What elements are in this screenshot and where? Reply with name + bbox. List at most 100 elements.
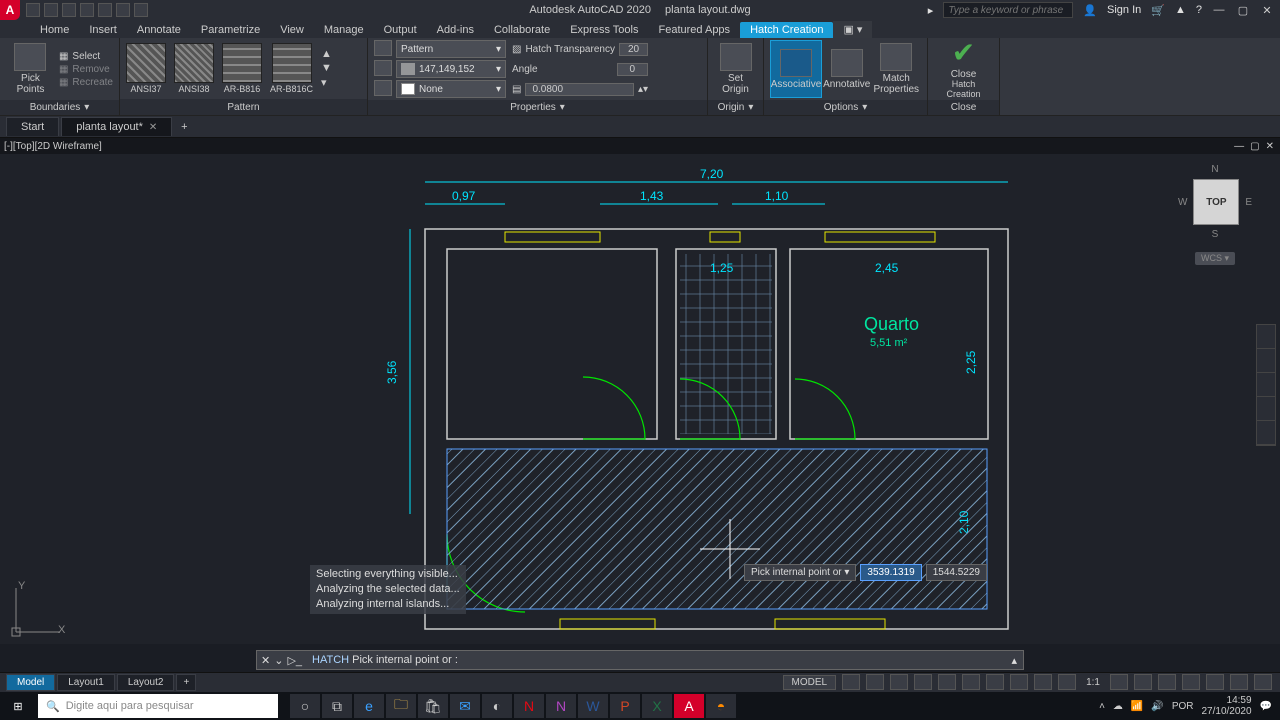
task-explorer-icon[interactable]: 🗀 — [386, 694, 416, 718]
pick-points-button[interactable]: Pick Points — [6, 40, 55, 98]
selection-cycling-toggle[interactable] — [1034, 674, 1052, 690]
tray-chevron-icon[interactable]: ˄ — [1099, 701, 1105, 712]
hatch-color-dropdown[interactable]: 147,149,152▾ — [396, 60, 506, 78]
swatch-arb816c[interactable]: AR-B816C — [270, 43, 313, 94]
viewcube[interactable]: N W TOP E S WCS ▾ — [1170, 164, 1260, 294]
quickprops-toggle[interactable] — [1158, 674, 1176, 690]
app-store-icon[interactable]: ▲ — [1175, 4, 1186, 16]
filetab-close-icon[interactable]: ✕ — [149, 122, 157, 133]
polar-toggle[interactable] — [914, 674, 932, 690]
cmdline-close-icon[interactable]: ✕ — [261, 654, 270, 667]
grid-toggle[interactable] — [842, 674, 860, 690]
nav-showmotion-icon[interactable] — [1257, 421, 1275, 445]
pattern-scroll-down-icon[interactable]: ▼ — [321, 62, 332, 74]
snap-toggle[interactable] — [866, 674, 884, 690]
drawing-canvas[interactable]: 7,20 0,97 1,43 1,10 3,56 2,25 2,10 1,25 … — [0, 154, 1280, 644]
signin-label[interactable]: Sign In — [1107, 4, 1141, 16]
task-store-icon[interactable]: 🛍 — [418, 694, 448, 718]
tab-addins[interactable]: Add-ins — [427, 22, 484, 38]
tab-home[interactable]: Home — [30, 22, 79, 38]
tray-network-icon[interactable]: 📶 — [1131, 701, 1143, 712]
nav-zoom-icon[interactable] — [1257, 373, 1275, 397]
quick-access-toolbar[interactable] — [26, 3, 148, 17]
pattern-scroll-up-icon[interactable]: ▲ — [321, 48, 332, 60]
navigation-bar[interactable] — [1256, 324, 1276, 446]
annotation-monitor-toggle[interactable] — [1058, 674, 1076, 690]
vp-maximize-icon[interactable]: ▢ — [1250, 141, 1259, 152]
viewcube-e[interactable]: E — [1245, 197, 1252, 208]
task-netflix-icon[interactable]: N — [514, 694, 544, 718]
coord-x-input[interactable]: 3539.1319 — [860, 564, 921, 581]
maximize-icon[interactable]: ▢ — [1236, 3, 1250, 17]
task-mail-icon[interactable]: ✉ — [450, 694, 480, 718]
nav-pan-icon[interactable] — [1257, 349, 1275, 373]
minimize-icon[interactable]: — — [1212, 3, 1226, 17]
associative-button[interactable]: Associative — [770, 40, 822, 98]
select-button[interactable]: ▦ Select — [59, 51, 113, 62]
task-word-icon[interactable]: W — [578, 694, 608, 718]
filetab-add-button[interactable]: + — [174, 121, 194, 133]
keyword-search-input[interactable] — [943, 2, 1073, 18]
hardware-accel-toggle[interactable] — [1206, 674, 1224, 690]
panel-title-boundaries[interactable]: Boundaries ▾ — [0, 100, 119, 115]
remove-button[interactable]: ▦ Remove — [59, 64, 113, 75]
vp-minimize-icon[interactable]: — — [1234, 141, 1244, 152]
units-toggle[interactable] — [1134, 674, 1152, 690]
customize-status-icon[interactable] — [1254, 674, 1272, 690]
tab-parametrize[interactable]: Parametrize — [191, 22, 270, 38]
viewcube-n[interactable]: N — [1211, 164, 1218, 175]
match-properties-button[interactable]: Match Properties — [872, 40, 922, 98]
tab-insert[interactable]: Insert — [79, 22, 127, 38]
cmdline-customize-icon[interactable]: ⌄ — [274, 654, 283, 667]
tab-collaborate[interactable]: Collaborate — [484, 22, 560, 38]
tab-panel-toggle[interactable]: ▣ ▾ — [833, 21, 872, 38]
viewcube-s[interactable]: S — [1212, 229, 1219, 240]
task-excel-icon[interactable]: X — [642, 694, 672, 718]
ucs-icon[interactable]: Y X — [8, 580, 68, 640]
qat-saveas-icon[interactable] — [80, 3, 94, 17]
close-hatch-button[interactable]: ✔ Close Hatch Creation — [938, 40, 990, 98]
swatch-arb816[interactable]: AR-B816 — [222, 43, 262, 94]
tab-output[interactable]: Output — [374, 22, 427, 38]
tray-volume-icon[interactable]: 🔊 — [1151, 701, 1163, 712]
pattern-type-icon[interactable] — [374, 40, 392, 56]
cleanscreen-toggle[interactable] — [1230, 674, 1248, 690]
tray-clock[interactable]: 14:59 27/10/2020 — [1201, 695, 1251, 717]
osnap-toggle[interactable] — [938, 674, 956, 690]
recreate-button[interactable]: ▦ Recreate — [59, 77, 113, 88]
annotation-scale[interactable]: 1:1 — [1082, 677, 1104, 688]
filetab-start[interactable]: Start — [6, 117, 59, 136]
angle-value[interactable]: 0 — [617, 63, 649, 76]
tab-featured[interactable]: Featured Apps — [649, 22, 741, 38]
viewcube-top[interactable]: TOP — [1193, 179, 1239, 225]
task-edge-icon[interactable]: e — [354, 694, 384, 718]
qat-new-icon[interactable] — [26, 3, 40, 17]
panel-title-origin[interactable]: Origin ▾ — [708, 100, 763, 115]
isolate-toggle[interactable] — [1182, 674, 1200, 690]
task-onenote-icon[interactable]: N — [546, 694, 576, 718]
tab-annotate[interactable]: Annotate — [127, 22, 191, 38]
wcs-badge[interactable]: WCS ▾ — [1195, 252, 1235, 265]
coord-y-input[interactable]: 1544.5229 — [926, 564, 987, 581]
background-color-dropdown[interactable]: None▾ — [396, 80, 506, 98]
nav-wheel-icon[interactable] — [1257, 325, 1275, 349]
ortho-toggle[interactable] — [890, 674, 908, 690]
filetab-document[interactable]: planta layout*✕ — [61, 117, 172, 136]
signin-icon[interactable]: 👤 — [1083, 4, 1097, 17]
annotative-button[interactable]: Annotative — [822, 40, 872, 98]
set-origin-button[interactable]: Set Origin — [714, 40, 757, 98]
windows-search-input[interactable]: 🔍 Digite aqui para pesquisar — [38, 694, 278, 718]
workspace-toggle[interactable] — [1110, 674, 1128, 690]
pattern-expand-icon[interactable]: ▾ — [321, 76, 332, 89]
panel-title-options[interactable]: Options ▾ — [764, 100, 927, 115]
tab-express[interactable]: Express Tools — [560, 22, 648, 38]
close-icon[interactable]: ✕ — [1260, 3, 1274, 17]
otrack-toggle[interactable] — [962, 674, 980, 690]
tab-view[interactable]: View — [270, 22, 314, 38]
modelspace-toggle[interactable]: MODEL — [783, 675, 837, 690]
pattern-type-dropdown[interactable]: Pattern▾ — [396, 40, 506, 58]
swatch-ansi38[interactable]: ANSI38 — [174, 43, 214, 94]
vp-close-icon[interactable]: ✕ — [1266, 141, 1274, 152]
task-cortana-icon[interactable]: ○ — [290, 694, 320, 718]
help-icon[interactable]: ? — [1196, 4, 1202, 16]
